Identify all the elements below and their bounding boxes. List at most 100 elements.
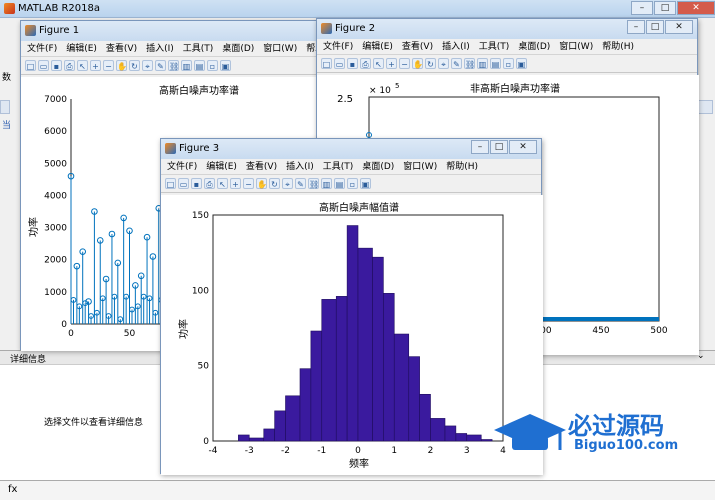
menu-item[interactable]: 文件(F) [167,159,197,174]
menu-item[interactable]: 桌面(D) [518,39,550,54]
figure3-window-controls: – □ ✕ [470,140,537,154]
show-plot-tools-icon[interactable]: ▣ [360,178,371,189]
close-button[interactable]: ✕ [677,1,715,15]
menu-item[interactable]: 编辑(E) [362,39,393,54]
figure1-ytick-label: 7000 [44,95,67,105]
pointer-icon[interactable]: ↖ [217,178,228,189]
print-icon[interactable]: ⎙ [204,178,215,189]
pointer-icon[interactable]: ↖ [373,58,384,69]
menu-item[interactable]: 工具(T) [479,39,510,54]
new-figure-icon[interactable]: □ [321,58,332,69]
zoom-in-icon[interactable]: + [230,178,241,189]
figure-icon [321,23,332,34]
save-icon[interactable]: ▪ [191,178,202,189]
link-icon[interactable]: ⛓ [308,178,319,189]
link-icon[interactable]: ⛓ [168,60,179,71]
brush-icon[interactable]: ✎ [451,58,462,69]
brush-icon[interactable]: ✎ [155,60,166,71]
save-icon[interactable]: ▪ [51,60,62,71]
zoom-out-icon[interactable]: − [243,178,254,189]
figure1-title-bar[interactable]: Figure 1 [21,21,319,41]
close-button[interactable]: ✕ [665,20,693,34]
colorbar-icon[interactable]: ▥ [477,58,488,69]
figure3-histogram-bar [393,333,410,442]
show-plot-tools-icon[interactable]: ▣ [516,58,527,69]
figure3-xtick-label: -2 [281,446,290,456]
menu-item[interactable]: 编辑(E) [206,159,237,174]
minimize-button[interactable]: – [631,1,653,15]
save-icon[interactable]: ▪ [347,58,358,69]
menu-item[interactable]: 文件(F) [27,41,57,56]
menu-item[interactable]: 窗口(W) [403,159,437,174]
link-icon[interactable]: ⛓ [464,58,475,69]
minimize-button[interactable]: – [471,140,489,154]
menu-item[interactable]: 查看(V) [246,159,277,174]
menu-item[interactable]: 查看(V) [402,39,433,54]
pan-icon[interactable]: ✋ [256,178,267,189]
menu-item[interactable]: 工具(T) [183,41,214,56]
hide-plot-tools-icon[interactable]: ▫ [207,60,218,71]
menu-item[interactable]: 窗口(W) [559,39,593,54]
panel-collapse-icon[interactable] [0,100,10,114]
menu-item[interactable]: 插入(I) [286,159,314,174]
menu-item[interactable]: 桌面(D) [362,159,394,174]
figure3-xtick-label: 1 [391,446,397,456]
menu-item[interactable]: 插入(I) [442,39,470,54]
maximize-button[interactable]: □ [646,20,664,34]
colorbar-icon[interactable]: ▥ [181,60,192,71]
menu-item[interactable]: 工具(T) [323,159,354,174]
hide-plot-tools-icon[interactable]: ▫ [347,178,358,189]
data-cursor-icon[interactable]: ⌖ [438,58,449,69]
new-figure-icon[interactable]: □ [25,60,36,71]
figure3-title-bar[interactable]: Figure 3 – □ ✕ [161,139,541,159]
panel-expand-icon[interactable] [697,100,713,114]
rotate-icon[interactable]: ↻ [129,60,140,71]
rotate-icon[interactable]: ↻ [269,178,280,189]
open-icon[interactable]: ▭ [334,58,345,69]
figure2-title-bar[interactable]: Figure 2 – □ ✕ [317,19,697,39]
figure1-xtick-label: 0 [68,329,74,339]
matlab-logo-icon [4,3,15,14]
colorbar-icon[interactable]: ▥ [321,178,332,189]
pan-icon[interactable]: ✋ [412,58,423,69]
menu-item[interactable]: 插入(I) [146,41,174,56]
menu-item[interactable]: 帮助(H) [602,39,634,54]
maximize-button[interactable]: □ [490,140,508,154]
minimize-button[interactable]: – [627,20,645,34]
legend-icon[interactable]: ▤ [490,58,501,69]
zoom-out-icon[interactable]: − [103,60,114,71]
menu-item[interactable]: 文件(F) [323,39,353,54]
legend-icon[interactable]: ▤ [334,178,345,189]
pan-icon[interactable]: ✋ [116,60,127,71]
maximize-button[interactable]: □ [654,1,676,15]
rotate-icon[interactable]: ↻ [425,58,436,69]
hide-plot-tools-icon[interactable]: ▫ [503,58,514,69]
show-plot-tools-icon[interactable]: ▣ [220,60,231,71]
new-figure-icon[interactable]: □ [165,178,176,189]
data-cursor-icon[interactable]: ⌖ [142,60,153,71]
print-icon[interactable]: ⎙ [64,60,75,71]
menu-item[interactable]: 编辑(E) [66,41,97,56]
zoom-in-icon[interactable]: + [90,60,101,71]
command-bar[interactable]: fx [0,480,715,500]
figure3-window[interactable]: Figure 3 – □ ✕ 文件(F) 编辑(E) 查看(V) 插入(I) 工具(T)… [160,138,543,475]
command-prompt-icon: fx [8,484,18,495]
data-cursor-icon[interactable]: ⌖ [282,178,293,189]
zoom-in-icon[interactable]: + [386,58,397,69]
menu-item[interactable]: 查看(V) [106,41,137,56]
figure-icon [25,25,36,36]
figure3-histogram-bar [238,434,250,442]
print-icon[interactable]: ⎙ [360,58,371,69]
legend-icon[interactable]: ▤ [194,60,205,71]
zoom-out-icon[interactable]: − [399,58,410,69]
watermark-site: Biguo100.com [574,438,679,453]
open-icon[interactable]: ▭ [38,60,49,71]
menu-item[interactable]: 窗口(W) [263,41,297,56]
close-button[interactable]: ✕ [509,140,537,154]
open-icon[interactable]: ▭ [178,178,189,189]
brush-icon[interactable]: ✎ [295,178,306,189]
menu-item[interactable]: 帮助(H) [446,159,478,174]
menu-item[interactable]: 桌面(D) [222,41,254,56]
figure1-ytick-label: 1000 [44,288,67,298]
pointer-icon[interactable]: ↖ [77,60,88,71]
